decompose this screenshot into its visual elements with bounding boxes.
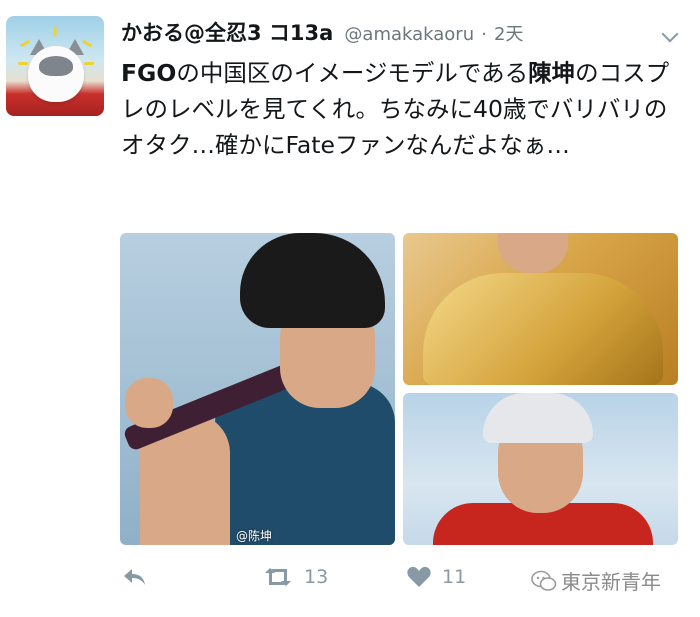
tweet-text-bold: FGO [121,59,177,87]
armor-shape [423,273,663,385]
sparkle-decoration [18,62,28,65]
wechat-logo-icon [531,570,557,591]
tweet-time[interactable]: 2天 [494,24,523,45]
reply-icon[interactable] [120,565,150,589]
tweet-text-segment: の中国区のイメージモデルである [176,59,529,87]
tweet-text: FGOの中国区のイメージモデルである陳坤のコスプレのレベルを見てくれ。ちなみに4… [121,55,686,163]
sparkle-decoration [84,62,94,65]
watermark: 東京新青年 [531,566,661,595]
watermark-text: 東京新青年 [561,570,661,594]
heart-icon [406,565,432,589]
hand-shape [125,378,173,428]
user-handle[interactable]: @amakakaoru [344,24,474,45]
photo-caption: @陈坤 [236,529,273,543]
vest-shape [215,383,395,545]
separator-dot: · [481,24,487,45]
sparkle-decoration [53,26,57,37]
chevron-down-icon[interactable] [661,25,679,43]
sparkle-decoration [19,39,31,48]
like-count: 11 [442,566,467,588]
hair-shape [483,393,593,443]
cosplay-photo-red-coat[interactable] [403,393,678,545]
like-button[interactable]: 11 [406,565,466,589]
tweet-text-bold: 陳坤 [528,59,576,87]
media-grid: @陈坤 [120,233,678,545]
retweet-button[interactable]: 13 [260,565,328,589]
display-name[interactable]: かおる@全忍3 コ13a [121,21,333,45]
avatar[interactable] [6,16,104,116]
cat-face [39,56,73,76]
cosplay-photo-gold-armor[interactable] [403,233,678,385]
retweet-count: 13 [304,566,329,588]
retweet-icon [260,565,296,589]
hair-shape [240,233,385,328]
chin-shape [498,233,568,273]
cosplay-photo-main[interactable]: @陈坤 [120,233,395,545]
tweet-header: かおる@全忍3 コ13a @amakakaoru · 2天 [121,17,524,47]
